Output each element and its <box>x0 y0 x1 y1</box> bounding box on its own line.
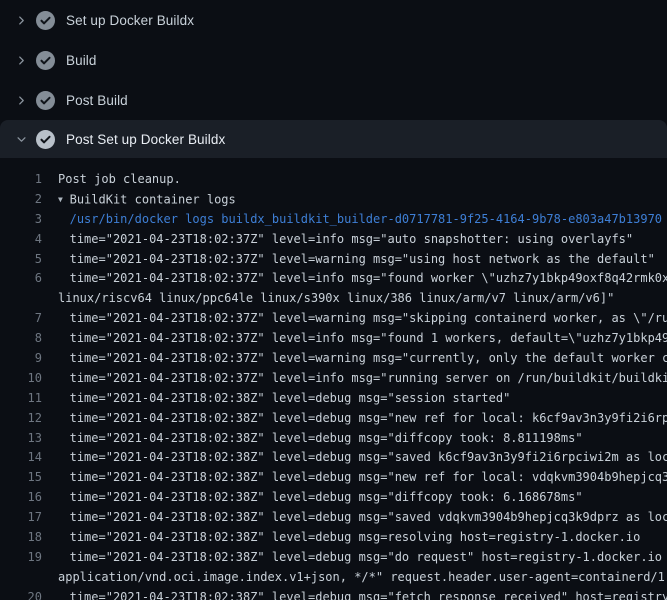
log-line-number[interactable]: 13 <box>0 429 42 449</box>
log-line-number[interactable]: 9 <box>0 349 42 369</box>
log-line-number[interactable]: 11 <box>0 389 42 409</box>
check-circle-icon <box>36 11 55 30</box>
log-line-number[interactable]: 17 <box>0 508 42 528</box>
log-row: 4 time="2021-04-23T18:02:37Z" level=info … <box>0 230 667 250</box>
group-collapse-triangle-icon[interactable]: ▼ <box>58 190 70 210</box>
actions-log-viewer: Set up Docker Buildx Build Post Build <box>0 0 667 600</box>
log-row: linux/riscv64 linux/ppc64le linux/s390x … <box>0 289 667 309</box>
log-line-text: time="2021-04-23T18:02:38Z" level=debug … <box>58 588 667 600</box>
step-title: Set up Docker Buildx <box>66 13 194 28</box>
log-line-text: Post job cleanup. <box>58 170 181 190</box>
log-line-number[interactable]: 7 <box>0 309 42 329</box>
log-line-number[interactable]: 14 <box>0 448 42 468</box>
chevron-right-icon[interactable] <box>10 15 32 26</box>
log-row: 20 time="2021-04-23T18:02:38Z" level=debu… <box>0 588 667 600</box>
log-area: 1 Post job cleanup. 2 ▼BuildKit container l… <box>0 158 667 600</box>
log-line-number[interactable]: 20 <box>0 588 42 600</box>
check-circle-icon <box>36 91 55 110</box>
step-row-post-set-up-docker-buildx-expanded[interactable]: Post Set up Docker Buildx <box>0 120 667 158</box>
log-row: 15 time="2021-04-23T18:02:38Z" level=debu… <box>0 468 667 488</box>
log-line-text: time="2021-04-23T18:02:38Z" level=debug … <box>58 548 667 568</box>
step-title: Build <box>66 53 97 68</box>
log-line-text: linux/riscv64 linux/ppc64le linux/s390x … <box>58 289 614 309</box>
step-title: Post Build <box>66 93 128 108</box>
log-line-text: time="2021-04-23T18:02:38Z" level=debug … <box>58 528 640 548</box>
log-line-number[interactable]: 18 <box>0 528 42 548</box>
log-row: 13 time="2021-04-23T18:02:38Z" level=debu… <box>0 429 667 449</box>
log-row: 3/usr/bin/docker logs buildx_buildkit_bu… <box>0 210 667 230</box>
log-row: 10 time="2021-04-23T18:02:37Z" level=info… <box>0 369 667 389</box>
log-group-toggle[interactable]: ▼BuildKit container logs <box>58 190 236 210</box>
log-row: 18 time="2021-04-23T18:02:38Z" level=debu… <box>0 528 667 548</box>
log-row: 6 time="2021-04-23T18:02:37Z" level=info … <box>0 269 667 289</box>
log-line-number[interactable]: 10 <box>0 369 42 389</box>
log-line-text: time="2021-04-23T18:02:37Z" level=info m… <box>58 329 667 349</box>
step-row-post-build[interactable]: Post Build <box>0 80 667 120</box>
log-line-text: time="2021-04-23T18:02:37Z" level=info m… <box>58 369 667 389</box>
log-line-number[interactable]: 2 <box>0 190 42 210</box>
log-line-number[interactable]: 12 <box>0 409 42 429</box>
log-group-label: BuildKit container logs <box>70 192 236 206</box>
log-line-number[interactable]: 6 <box>0 269 42 289</box>
step-row-set-up-docker-buildx[interactable]: Set up Docker Buildx <box>0 0 667 40</box>
log-row: 16 time="2021-04-23T18:02:38Z" level=debu… <box>0 488 667 508</box>
log-command-text: /usr/bin/docker logs buildx_buildkit_bui… <box>58 210 662 230</box>
log-line-number <box>0 568 42 588</box>
log-line-text: time="2021-04-23T18:02:38Z" level=debug … <box>58 389 510 409</box>
log-row: 17 time="2021-04-23T18:02:38Z" level=debu… <box>0 508 667 528</box>
log-row: 8 time="2021-04-23T18:02:37Z" level=info … <box>0 329 667 349</box>
log-row: 5 time="2021-04-23T18:02:37Z" level=warni… <box>0 250 667 270</box>
chevron-down-icon[interactable] <box>10 134 32 145</box>
log-line-text: time="2021-04-23T18:02:38Z" level=debug … <box>58 448 667 468</box>
log-line-text: time="2021-04-23T18:02:38Z" level=debug … <box>58 468 667 488</box>
log-line-number[interactable]: 3 <box>0 210 42 230</box>
steps-list: Set up Docker Buildx Build Post Build <box>0 0 667 120</box>
check-circle-icon <box>36 51 55 70</box>
log-line-text: time="2021-04-23T18:02:37Z" level=info m… <box>58 230 633 250</box>
log-line-number[interactable]: 15 <box>0 468 42 488</box>
log-row: 14 time="2021-04-23T18:02:38Z" level=debu… <box>0 448 667 468</box>
log-line-text: time="2021-04-23T18:02:38Z" level=debug … <box>58 508 667 528</box>
log-line-text: time="2021-04-23T18:02:38Z" level=debug … <box>58 409 667 429</box>
log-row: 11 time="2021-04-23T18:02:38Z" level=debu… <box>0 389 667 409</box>
log-line-number[interactable]: 19 <box>0 548 42 568</box>
log-line-number <box>0 289 42 309</box>
log-row: 2 ▼BuildKit container logs <box>0 190 667 210</box>
log-row: 1 Post job cleanup. <box>0 170 667 190</box>
chevron-right-icon[interactable] <box>10 95 32 106</box>
log-row: 19 time="2021-04-23T18:02:38Z" level=debu… <box>0 548 667 568</box>
log-row: 7 time="2021-04-23T18:02:37Z" level=warni… <box>0 309 667 329</box>
step-row-build[interactable]: Build <box>0 40 667 80</box>
log-line-number[interactable]: 16 <box>0 488 42 508</box>
log-line-text: time="2021-04-23T18:02:37Z" level=info m… <box>58 269 667 289</box>
log-row: 12 time="2021-04-23T18:02:38Z" level=debu… <box>0 409 667 429</box>
chevron-right-icon[interactable] <box>10 55 32 66</box>
log-line-number[interactable]: 1 <box>0 170 42 190</box>
log-line-text: time="2021-04-23T18:02:38Z" level=debug … <box>58 488 583 508</box>
log-line-text: time="2021-04-23T18:02:38Z" level=debug … <box>58 429 583 449</box>
log-row: 9 time="2021-04-23T18:02:37Z" level=warni… <box>0 349 667 369</box>
log-row: application/vnd.oci.image.index.v1+json,… <box>0 568 667 588</box>
log-line-number[interactable]: 5 <box>0 250 42 270</box>
step-title: Post Set up Docker Buildx <box>66 132 225 147</box>
log-line-text: time="2021-04-23T18:02:37Z" level=warnin… <box>58 349 667 369</box>
log-line-text: time="2021-04-23T18:02:37Z" level=warnin… <box>58 309 667 329</box>
log-line-text: application/vnd.oci.image.index.v1+json,… <box>58 568 667 588</box>
log-line-text: time="2021-04-23T18:02:37Z" level=warnin… <box>58 250 655 270</box>
log-line-number[interactable]: 4 <box>0 230 42 250</box>
log-line-number[interactable]: 8 <box>0 329 42 349</box>
check-circle-icon <box>36 130 55 149</box>
